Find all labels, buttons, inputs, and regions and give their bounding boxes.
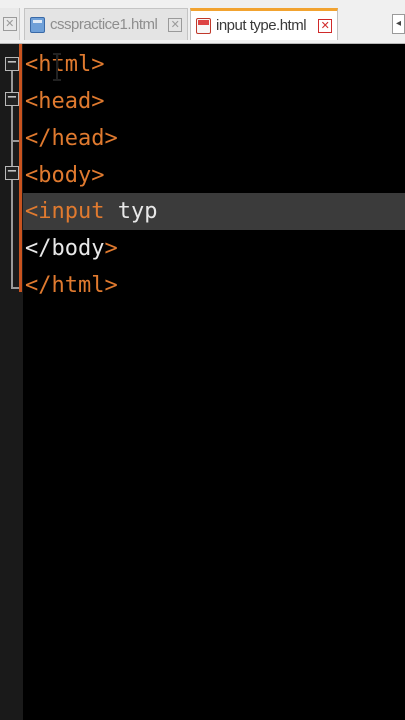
tab-input-type[interactable]: input type.html ✕ bbox=[190, 8, 338, 40]
tab-previous[interactable]: ✕ bbox=[0, 8, 20, 40]
fold-line bbox=[11, 71, 13, 92]
code-line-2: <head> bbox=[25, 89, 105, 114]
close-icon[interactable]: ✕ bbox=[2, 17, 17, 31]
code-line-3: </head> bbox=[25, 126, 118, 151]
fold-toggle-icon[interactable]: − bbox=[5, 165, 19, 180]
html-file-icon bbox=[196, 17, 211, 34]
code-token-tag: </body bbox=[25, 236, 105, 261]
code-line-7: </html> bbox=[25, 273, 118, 298]
tab-bar: ✕ csspractice1.html ✕ input type.html ✕ … bbox=[0, 0, 405, 44]
fold-toggle-icon[interactable]: − bbox=[5, 56, 19, 71]
mouse-cursor-icon bbox=[53, 53, 61, 81]
fold-line bbox=[11, 180, 13, 288]
code-token-tag: <input bbox=[25, 199, 105, 224]
tab-label: input type.html bbox=[216, 17, 307, 34]
tab-label: csspractice1.html bbox=[50, 16, 158, 33]
code-line-6: </body> bbox=[25, 230, 118, 267]
code-line-1: <html> bbox=[25, 52, 105, 77]
change-history-bar bbox=[19, 44, 22, 292]
fold-line bbox=[11, 106, 13, 141]
close-icon[interactable]: ✕ bbox=[168, 17, 182, 32]
code-editor[interactable]: − − − <html> <head> </head> <body> <inpu… bbox=[0, 44, 405, 720]
fold-end-marker bbox=[11, 287, 19, 289]
tab-csspractice1[interactable]: csspractice1.html ✕ bbox=[24, 8, 188, 40]
fold-toggle-icon[interactable]: − bbox=[5, 91, 19, 106]
code-line-5: <input typ bbox=[25, 193, 157, 230]
fold-line bbox=[11, 141, 13, 166]
code-line-4: <body> bbox=[25, 163, 105, 188]
css-file-icon bbox=[30, 16, 45, 33]
tab-scroll-left-button[interactable]: ◂ bbox=[392, 14, 405, 34]
close-icon[interactable]: ✕ bbox=[318, 18, 332, 33]
code-token-tag-end: > bbox=[104, 236, 118, 261]
code-token-attribute: typ bbox=[104, 199, 158, 224]
